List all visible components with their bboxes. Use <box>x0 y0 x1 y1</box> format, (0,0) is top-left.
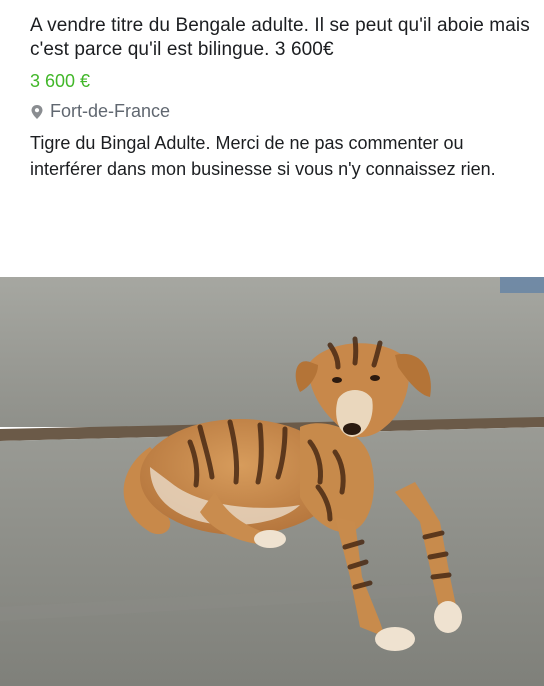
background-wall <box>0 277 544 427</box>
listing-details: A vendre titre du Bengale adulte. Il se … <box>30 14 530 182</box>
listing-location[interactable]: Fort-de-France <box>30 100 530 122</box>
listing-description: Tigre du Bingal Adulte. Merci de ne pas … <box>30 133 496 179</box>
location-label: Fort-de-France <box>50 101 171 121</box>
listing-price: 3 600 € <box>30 71 91 91</box>
listing-title: A vendre titre du Bengale adulte. Il se … <box>30 15 530 60</box>
marketplace-post: A vendre titre du Bengale adulte. Il se … <box>0 0 544 686</box>
listing-photo[interactable] <box>0 277 544 686</box>
map-pin-icon <box>30 103 44 119</box>
